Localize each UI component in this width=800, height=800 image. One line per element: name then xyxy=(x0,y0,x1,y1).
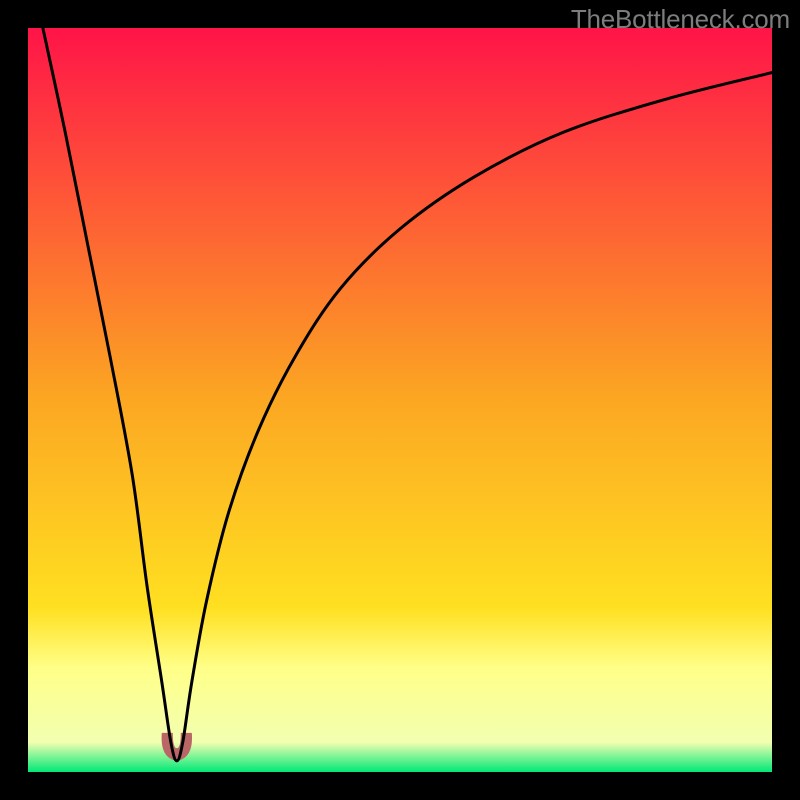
chart-plot-area xyxy=(28,28,772,772)
gradient-background xyxy=(28,28,772,772)
watermark-text: TheBottleneck.com xyxy=(571,4,790,35)
chart-svg xyxy=(28,28,772,772)
chart-frame: TheBottleneck.com xyxy=(0,0,800,800)
